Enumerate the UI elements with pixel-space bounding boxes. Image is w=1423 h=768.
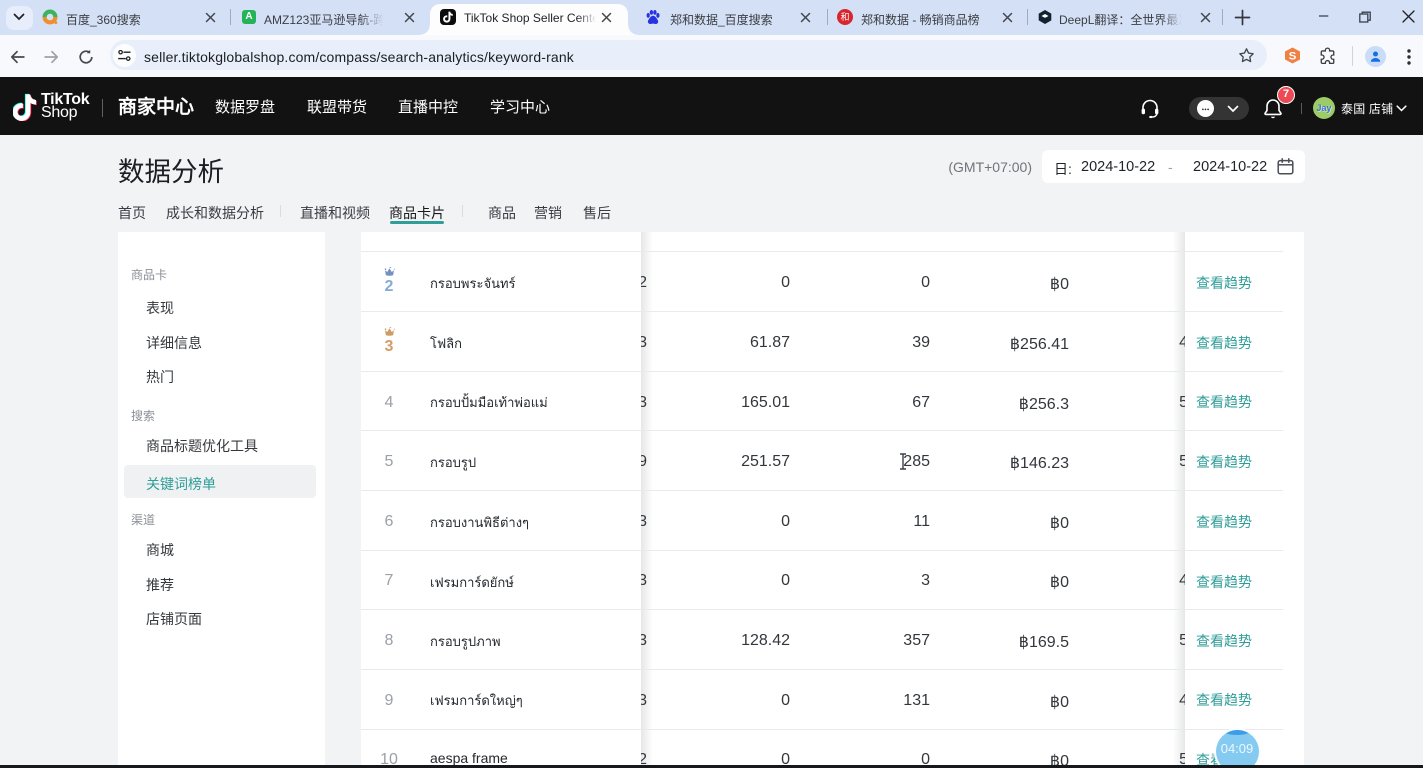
svg-text:S: S xyxy=(1289,51,1297,63)
